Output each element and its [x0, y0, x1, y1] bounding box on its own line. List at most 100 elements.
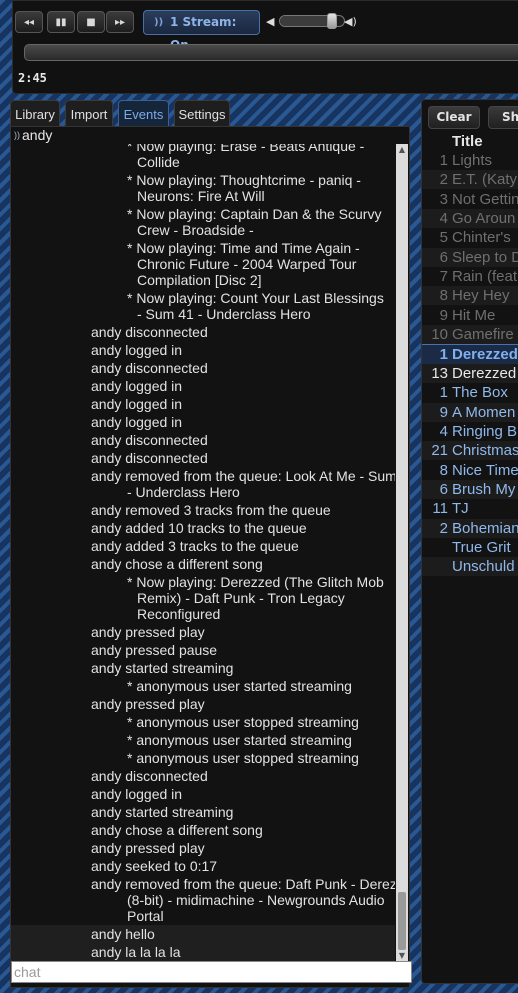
- queue-track-title: Unschuld: [452, 558, 515, 576]
- queue-row[interactable]: 21 Christmas: [422, 441, 518, 461]
- event-text: andy removed from the queue: Look At Me …: [91, 468, 395, 500]
- event-item: andy logged in: [11, 377, 395, 395]
- event-text: andy logged in: [91, 342, 183, 358]
- event-now-playing: * Now playing: Time and Time Again - Chr…: [11, 239, 395, 289]
- queue-track-title: Gamefire: [452, 326, 514, 344]
- queue-row[interactable]: 4 Ringing B: [422, 422, 518, 441]
- event-item: andy removed 3 tracks from the queue: [11, 501, 395, 519]
- event-now-playing: * Now playing: Erase - Beats Antique - C…: [11, 144, 395, 171]
- queue-row[interactable]: 6 Sleep to D: [422, 247, 518, 267]
- queue-row[interactable]: 1 Lights: [422, 151, 518, 170]
- queue-row[interactable]: 9 Hit Me: [422, 306, 518, 325]
- queue-track-number: 1: [439, 152, 448, 169]
- event-text: andy pressed pause: [91, 642, 218, 658]
- queue-track-number: 9: [439, 403, 448, 421]
- event-text: * anonymous user stopped streaming: [127, 750, 359, 766]
- event-log[interactable]: * Now playing: Erase - Beats Antique - C…: [11, 144, 395, 962]
- event-now-playing: * anonymous user stopped streaming: [11, 713, 395, 731]
- queue-track-number: 8: [439, 461, 448, 479]
- volume-slider[interactable]: [279, 13, 345, 29]
- event-item: andy removed from the queue: Look At Me …: [11, 467, 395, 501]
- queue-track-title: Nice Time: [452, 461, 518, 479]
- queue-row[interactable]: 2 Bohemian: [422, 518, 518, 538]
- queue-row[interactable]: 1 Derezzed: [422, 343, 518, 365]
- event-text: * Now playing: Erase - Beats Antique - C…: [127, 144, 365, 170]
- queue-row[interactable]: 9A Momen: [422, 402, 518, 422]
- volume-slider-thumb[interactable]: [327, 13, 338, 29]
- queue-track-number: 2: [439, 171, 448, 189]
- queue-row[interactable]: Unschuld: [422, 557, 518, 577]
- queue-row[interactable]: 1 The Box: [422, 383, 518, 402]
- event-text: andy disconnected: [91, 768, 208, 784]
- queue-row[interactable]: True Grit: [422, 538, 518, 557]
- event-item: andy logged in: [11, 341, 395, 359]
- prev-track-button[interactable]: ◂◂: [15, 11, 43, 33]
- event-text: * anonymous user stopped streaming: [127, 714, 359, 730]
- queue-row[interactable]: 7 Rain (feat: [422, 267, 518, 286]
- tab-library[interactable]: Library: [10, 100, 60, 128]
- shuffle-queue-button[interactable]: Sh: [488, 106, 518, 129]
- queue-track-title: TJ: [452, 500, 469, 518]
- event-text: andy added 3 tracks to the queue: [91, 538, 299, 554]
- event-item: andy pressed play: [11, 839, 395, 857]
- event-item: andy added 3 tracks to the queue: [11, 537, 395, 555]
- queue-track-title: Ringing B: [452, 422, 518, 440]
- user-name: andy: [22, 127, 53, 143]
- event-item: andy chose a different song: [11, 555, 395, 573]
- queue-row[interactable]: 10 Gamefire: [422, 325, 518, 345]
- event-item: andy removed from the queue: Daft Punk -…: [11, 875, 395, 925]
- tab-settings[interactable]: Settings: [174, 100, 230, 128]
- queue-track-number: 4: [439, 422, 448, 440]
- queue-track-number: 11: [432, 500, 448, 518]
- queue-track-title: Rain (feat: [452, 268, 518, 286]
- event-log-scrollbar[interactable]: ▲ ▼: [396, 144, 408, 962]
- volume-high-icon: ◀): [344, 15, 357, 28]
- queue-track-number: 2: [439, 519, 448, 537]
- event-text: andy removed from the queue: Daft Punk -…: [91, 876, 395, 924]
- queue-row[interactable]: 11 TJ: [422, 499, 518, 518]
- volume-low-icon: ◀: [266, 15, 275, 28]
- event-text: andy removed 3 tracks from the queue: [91, 502, 331, 518]
- event-text: andy disconnected: [91, 360, 208, 376]
- queue-row[interactable]: 8 Nice Time: [422, 461, 518, 480]
- queue-track-number: 8: [439, 287, 448, 305]
- title-column-header[interactable]: Title: [452, 133, 483, 150]
- queue-row[interactable]: 6 Brush My: [422, 479, 518, 499]
- event-text: andy started streaming: [91, 804, 234, 820]
- event-text: * Now playing: Thoughtcrime - paniq - Ne…: [127, 172, 361, 204]
- event-now-playing: * Now playing: Derezzed (The Glitch Mob …: [11, 573, 395, 623]
- event-text: andy chose a different song: [91, 822, 263, 838]
- seek-bar[interactable]: [24, 44, 518, 61]
- scrollbar-thumb[interactable]: [398, 892, 406, 950]
- pause-button[interactable]: ▮▮: [47, 11, 75, 33]
- event-item: andy disconnected: [11, 449, 395, 467]
- tab-events[interactable]: Events: [118, 100, 169, 128]
- next-icon: ▸▸: [114, 17, 126, 28]
- event-text: andy disconnected: [91, 432, 208, 448]
- stream-toggle-button[interactable]: )) 1 Stream: On: [143, 10, 260, 52]
- stop-button[interactable]: ■: [77, 11, 105, 33]
- queue-panel: Clear Sh Title 1 Lights 2 E.T. (Katy 3 Not Ge…: [421, 99, 518, 984]
- event-item: andy disconnected: [11, 431, 395, 449]
- queue-track-title: Christmas: [452, 442, 518, 460]
- tab-import[interactable]: Import: [65, 100, 113, 128]
- queue-track-title: True Grit: [452, 539, 511, 556]
- queue-row[interactable]: 2 E.T. (Katy: [422, 170, 518, 190]
- queue-track-title: Hey Hey: [452, 287, 510, 305]
- queue-row[interactable]: 4 Go Aroun: [422, 209, 518, 229]
- event-now-playing: * anonymous user stopped streaming: [11, 749, 395, 767]
- queue-row[interactable]: 5 Chinter's: [422, 228, 518, 247]
- pause-icon: ▮▮: [55, 17, 67, 28]
- queue-row[interactable]: 8 Hey Hey: [422, 286, 518, 306]
- chat-input[interactable]: [11, 961, 412, 983]
- queue-row[interactable]: 13 Derezzed: [422, 363, 518, 383]
- queue-track-number: 9: [439, 306, 448, 324]
- queue-row[interactable]: 3 Not Gettin: [422, 190, 518, 209]
- scroll-up-arrow-icon[interactable]: ▲: [396, 144, 408, 156]
- queue-track-title: Lights: [452, 152, 493, 169]
- event-item: andy chose a different song: [11, 821, 395, 839]
- queue-track-title: A Momen: [452, 403, 516, 421]
- event-now-playing: * Now playing: Count Your Last Blessings…: [11, 289, 395, 323]
- next-track-button[interactable]: ▸▸: [106, 11, 134, 33]
- clear-queue-button[interactable]: Clear: [428, 106, 480, 129]
